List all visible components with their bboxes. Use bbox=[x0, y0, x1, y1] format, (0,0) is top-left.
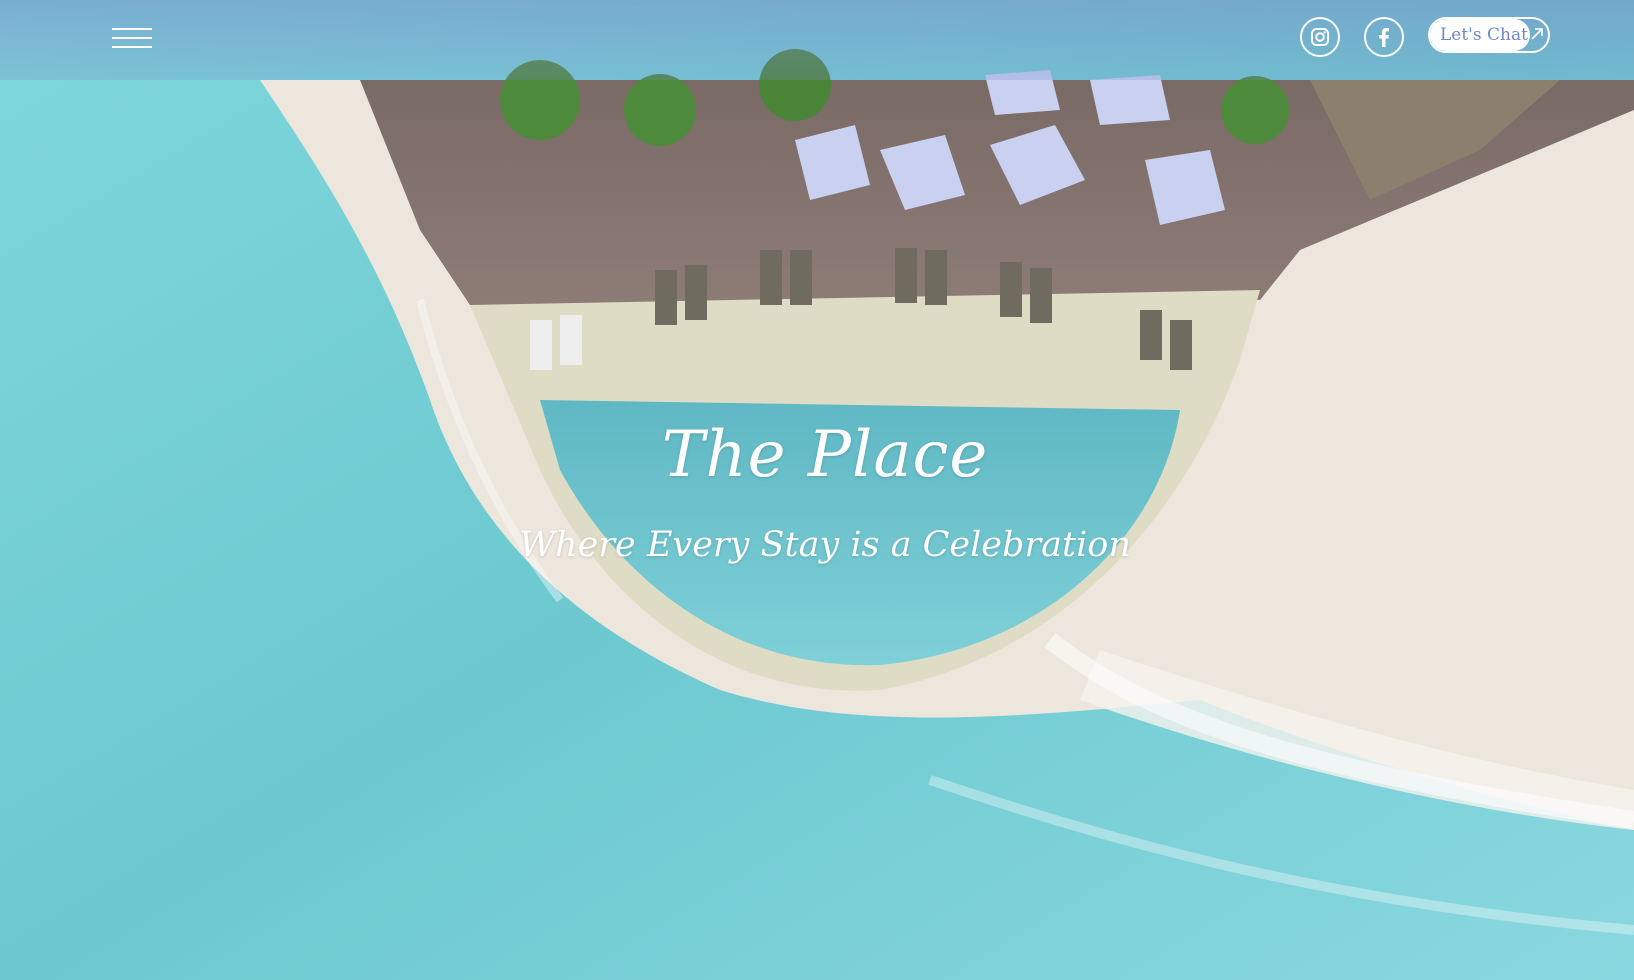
lets-chat-button[interactable]: Let's Chat bbox=[1428, 17, 1550, 53]
hero-title: The Place bbox=[661, 418, 989, 492]
instagram-link[interactable] bbox=[1300, 17, 1340, 57]
hero-subtitle: Where Every Stay is a Celebration bbox=[519, 525, 1131, 565]
menu-line-icon bbox=[112, 28, 152, 30]
page: Let's Chat The Place Where Every Stay is… bbox=[0, 0, 1634, 980]
instagram-icon bbox=[1311, 28, 1329, 46]
arrow-up-right-icon bbox=[1531, 28, 1543, 40]
chat-button-label: Let's Chat bbox=[1440, 25, 1528, 45]
menu-line-icon bbox=[112, 46, 152, 48]
facebook-link[interactable] bbox=[1364, 17, 1404, 57]
facebook-icon bbox=[1379, 28, 1390, 47]
site-header: Let's Chat bbox=[0, 0, 1634, 80]
menu-line-icon bbox=[112, 37, 152, 39]
hamburger-menu-button[interactable] bbox=[110, 24, 154, 52]
